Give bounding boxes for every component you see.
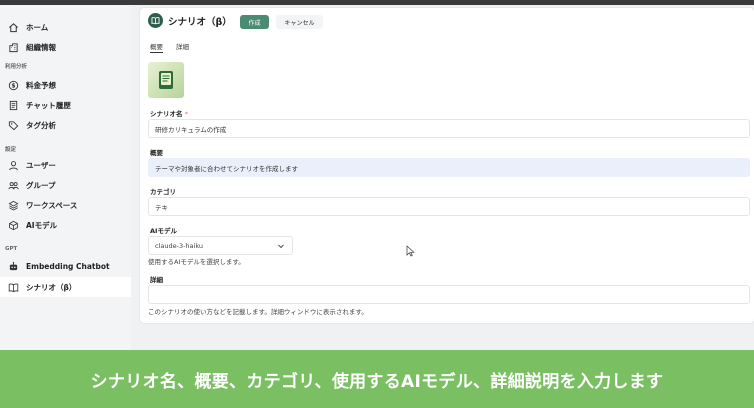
category-label: カテゴリ (150, 188, 176, 196)
scenario-name-label: シナリオ名 * (150, 108, 188, 118)
detail-label: 詳細 (150, 276, 163, 284)
caption-banner: シナリオ名、概要、カテゴリ、使用するAIモデル、詳細説明を入力します (0, 350, 754, 408)
sidebar: ホーム 組織情報 利用分析 $ 料金予想 チャット履歴 タグ分析 設定 ユーザー… (0, 5, 131, 350)
dollar-icon: $ (7, 79, 19, 91)
sidebar-item-embedding-chatbot[interactable]: Embedding Chatbot (0, 256, 131, 276)
create-button[interactable]: 作成 (240, 15, 269, 29)
group-icon (7, 179, 19, 191)
sidebar-item-label: ワークスペース (26, 200, 78, 210)
ai-model-select[interactable]: claude-3-haiku (148, 236, 293, 255)
sidebar-item-label: チャット履歴 (26, 100, 71, 110)
mouse-cursor-icon (406, 242, 415, 261)
page-header: シナリオ（β） (148, 13, 232, 28)
workspace-icon (7, 199, 19, 211)
book-icon (148, 13, 163, 28)
ai-model-label: AIモデル (150, 227, 177, 235)
building-icon (7, 41, 19, 53)
cube-icon (7, 219, 19, 231)
section-label-settings: 設定 (5, 147, 17, 153)
section-label-usage: 利用分析 (5, 64, 28, 70)
summary-value: テーマや対象者に合わせてシナリオを作成します (155, 164, 298, 173)
sidebar-item-ai-model[interactable]: AIモデル (0, 215, 131, 235)
book-icon (7, 281, 19, 293)
detail-help: このシナリオの使い方などを記載します。詳細ウィンドウに表示されます。 (148, 308, 368, 316)
summary-label: 概要 (150, 149, 163, 157)
sidebar-item-label: ホーム (26, 22, 49, 32)
category-value: テキ (155, 203, 168, 212)
scenario-name-label-text: シナリオ名 (150, 110, 183, 118)
sidebar-item-label: グループ (26, 180, 56, 190)
ai-model-value: claude-3-haiku (155, 241, 204, 250)
sidebar-item-label: 料金予想 (26, 80, 56, 90)
svg-text:$: $ (11, 82, 15, 89)
sidebar-item-scenario[interactable]: シナリオ（β） (0, 277, 131, 297)
sidebar-item-label: 組織情報 (26, 42, 56, 52)
summary-input[interactable]: テーマや対象者に合わせてシナリオを作成します (148, 158, 750, 177)
notebook-icon (159, 71, 173, 89)
chevron-down-icon (277, 242, 285, 252)
ai-model-help: 使用するAIモデルを選択します。 (148, 258, 245, 266)
sidebar-item-label: ユーザー (26, 160, 56, 170)
sidebar-item-chat-history[interactable]: チャット履歴 (0, 95, 131, 115)
scenario-name-input[interactable]: 研修カリキュラムの作成 (148, 119, 750, 138)
sidebar-item-workspace[interactable]: ワークスペース (0, 195, 131, 215)
robot-icon (7, 260, 19, 272)
sidebar-item-label: AIモデル (26, 220, 58, 230)
sidebar-item-label: Embedding Chatbot (26, 261, 110, 271)
category-input[interactable]: テキ (148, 197, 750, 216)
home-icon (7, 21, 19, 33)
scenario-image[interactable] (148, 62, 184, 98)
cancel-button[interactable]: キャンセル (276, 15, 323, 29)
sidebar-item-label: タグ分析 (26, 120, 56, 130)
sidebar-item-cost-forecast[interactable]: $ 料金予想 (0, 75, 131, 95)
sidebar-item-label: シナリオ（β） (26, 282, 77, 292)
detail-input[interactable] (148, 285, 750, 304)
required-mark: * (184, 110, 189, 118)
sidebar-item-tag-analysis[interactable]: タグ分析 (0, 115, 131, 135)
section-label-gpt: GPT (5, 246, 18, 252)
sidebar-item-organization[interactable]: 組織情報 (0, 37, 131, 57)
tag-icon (7, 119, 19, 131)
sidebar-item-groups[interactable]: グループ (0, 175, 131, 195)
caption-text: シナリオ名、概要、カテゴリ、使用するAIモデル、詳細説明を入力します (90, 371, 664, 392)
scenario-name-value: 研修カリキュラムの作成 (155, 125, 227, 134)
user-icon (7, 159, 19, 171)
tab-details[interactable]: 詳細 (176, 41, 189, 51)
sidebar-item-home[interactable]: ホーム (0, 17, 131, 37)
history-icon (7, 99, 19, 111)
tab-overview[interactable]: 概要 (150, 41, 163, 53)
sidebar-item-users[interactable]: ユーザー (0, 155, 131, 175)
page-title: シナリオ（β） (168, 16, 232, 28)
